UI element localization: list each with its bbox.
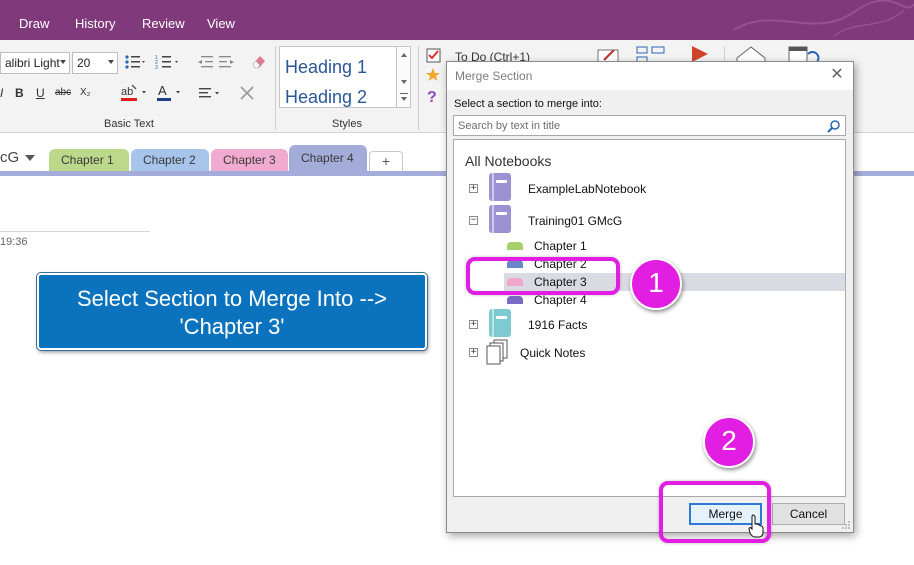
chevron-down-icon — [25, 155, 36, 162]
eraser-icon[interactable] — [250, 52, 268, 70]
expand-icon[interactable]: + — [469, 348, 478, 357]
ribbon-separator — [275, 46, 276, 130]
chevron-down-icon — [108, 60, 114, 64]
tab-view[interactable]: View — [207, 16, 235, 31]
ribbon-separator — [418, 46, 419, 130]
font-size-combo[interactable]: 20 — [72, 52, 118, 74]
tab-history[interactable]: History — [75, 16, 115, 31]
collapse-icon[interactable]: − — [469, 216, 478, 225]
tab-chapter-4[interactable]: Chapter 4 — [289, 145, 367, 173]
instruction-callout: Select Section to Merge Into --> 'Chapte… — [36, 272, 428, 351]
resize-grip-icon[interactable] — [841, 520, 851, 530]
notebook-tree[interactable]: All Notebooks + ExampleLabNotebook − Tra… — [453, 139, 846, 497]
callout-line-2: 'Chapter 3' — [179, 314, 285, 339]
group-label-basic-text: Basic Text — [104, 118, 154, 130]
hand-cursor-icon — [748, 514, 764, 538]
quick-notes-icon — [486, 339, 508, 365]
expand-icon[interactable]: + — [469, 320, 478, 329]
notebook-name: cG — [0, 149, 20, 166]
ribbon-tab-bar: Draw History Review View — [0, 0, 914, 40]
numbering-icon[interactable]: 123 — [155, 54, 179, 70]
expand-icon[interactable]: + — [469, 184, 478, 193]
font-name-value: alibri Light — [5, 56, 60, 70]
underline-icon[interactable]: U — [36, 86, 45, 100]
font-color-icon[interactable]: A — [155, 83, 183, 103]
bold-icon[interactable]: B — [15, 86, 24, 100]
decorative-swirl-icon — [733, 0, 914, 37]
tab-label: Chapter 4 — [301, 151, 354, 165]
styles-scroll[interactable] — [396, 47, 410, 107]
search-icon[interactable] — [827, 119, 841, 133]
gallery-arrows-icon — [400, 53, 408, 101]
tree-node-chapter-1[interactable]: Chapter 1 — [534, 239, 587, 259]
section-icon — [507, 296, 523, 304]
dialog-title: Merge Section — [455, 69, 533, 83]
group-label-styles: Styles — [332, 118, 362, 130]
notebook-icon — [489, 173, 511, 201]
notebook-selector[interactable]: cG — [0, 149, 36, 166]
tab-label: Chapter 3 — [223, 153, 276, 167]
tab-chapter-2[interactable]: Chapter 2 — [131, 149, 209, 171]
search-box — [453, 115, 846, 136]
notebook-icon — [489, 309, 511, 337]
svg-text:?: ? — [427, 89, 437, 106]
decrease-indent-icon[interactable] — [196, 54, 214, 70]
highlight-chapter-3 — [466, 257, 620, 295]
subscript-icon[interactable]: X₂ — [80, 87, 91, 98]
dialog-prompt: Select a section to merge into: — [454, 98, 602, 110]
tab-draw[interactable]: Draw — [19, 16, 49, 31]
tab-review[interactable]: Review — [142, 16, 185, 31]
callout-line-1: Select Section to Merge Into --> — [77, 286, 387, 311]
tree-node-training01[interactable]: Training01 GMcG — [528, 214, 622, 234]
cancel-button[interactable]: Cancel — [772, 503, 845, 525]
notebook-icon — [489, 205, 511, 233]
tab-label: Chapter 1 — [61, 153, 114, 167]
clear-formatting-icon[interactable] — [238, 84, 256, 102]
tab-label: Chapter 2 — [143, 153, 196, 167]
page-time: 19:36 — [0, 236, 28, 248]
svg-text:A: A — [158, 83, 167, 98]
chevron-down-icon — [60, 60, 66, 64]
section-icon — [507, 242, 523, 250]
bullets-icon[interactable] — [124, 54, 146, 70]
tree-header: All Notebooks — [465, 153, 552, 169]
tab-chapter-1[interactable]: Chapter 1 — [49, 149, 129, 171]
tree-node-examplelabnotebook[interactable]: ExampleLabNotebook — [528, 182, 646, 202]
tab-chapter-3[interactable]: Chapter 3 — [211, 149, 288, 171]
strikethrough-icon[interactable]: abc — [55, 87, 71, 98]
font-size-value: 20 — [77, 56, 91, 70]
highlight-color-icon[interactable]: ab — [119, 83, 149, 103]
tree-node-quick-notes[interactable]: Quick Notes — [520, 346, 585, 366]
align-icon[interactable] — [198, 85, 224, 101]
tree-node-chapter-4[interactable]: Chapter 4 — [534, 293, 587, 313]
font-name-combo[interactable]: alibri Light — [0, 52, 70, 74]
close-icon[interactable]: ✕ — [827, 66, 847, 86]
step-2-badge: 2 — [703, 416, 755, 468]
styles-gallery[interactable]: Heading 1 Heading 2 — [279, 46, 411, 108]
step-1-badge: 1 — [630, 258, 682, 310]
style-heading-2[interactable]: Heading 2 — [285, 87, 367, 108]
italic-icon[interactable]: I — [0, 86, 3, 100]
add-section-button[interactable]: + — [369, 151, 403, 171]
style-heading-1[interactable]: Heading 1 — [285, 57, 367, 78]
svg-text:3: 3 — [155, 65, 158, 70]
svg-text:ab: ab — [121, 86, 133, 98]
dialog-titlebar: Merge Section ✕ — [447, 62, 853, 90]
page-title-rule — [0, 231, 150, 232]
search-input[interactable] — [454, 116, 814, 135]
tree-node-1916-facts[interactable]: 1916 Facts — [528, 318, 587, 338]
increase-indent-icon[interactable] — [218, 54, 236, 70]
